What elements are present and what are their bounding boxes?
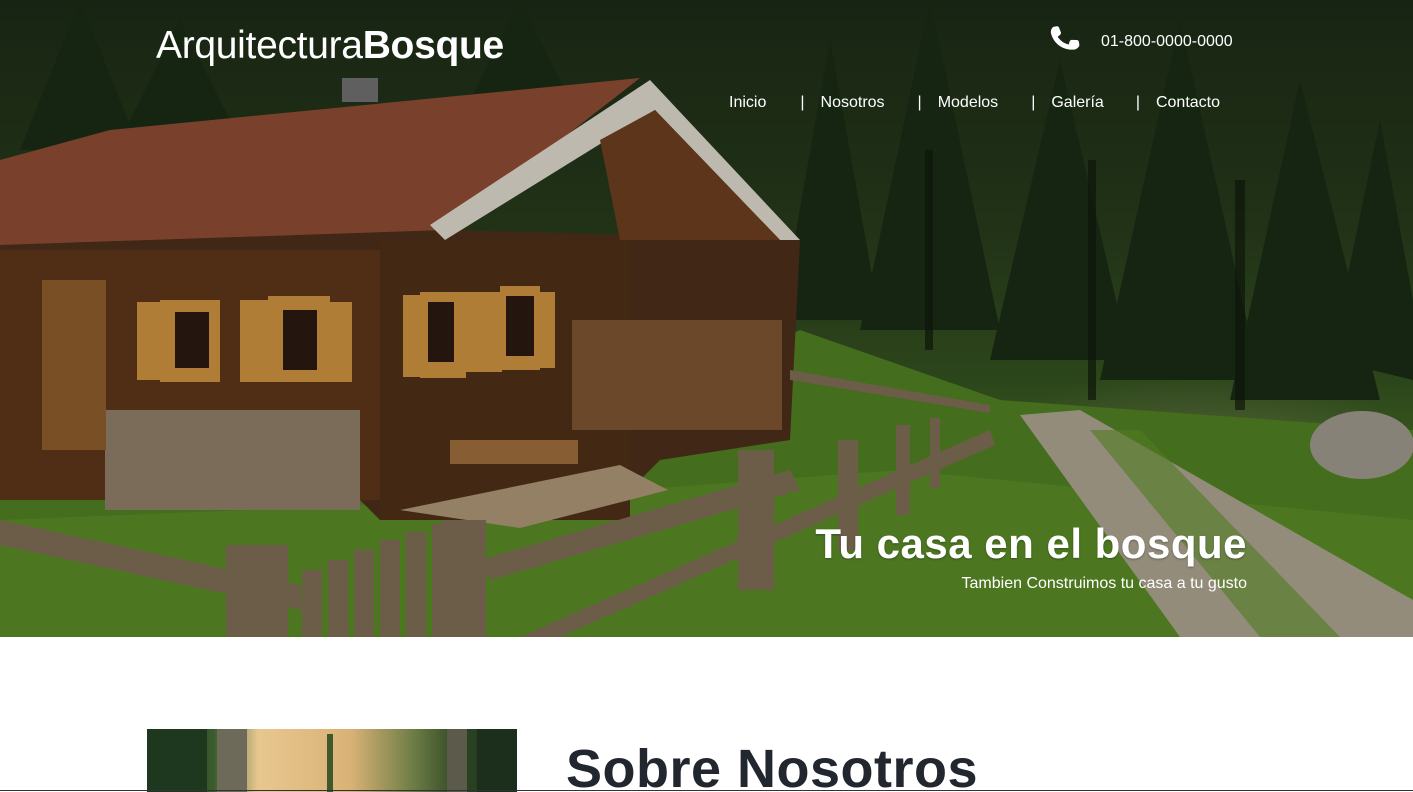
phone-icon bbox=[1049, 22, 1081, 54]
site-logo[interactable]: ArquitecturaBosque bbox=[156, 24, 504, 68]
main-navigation: Inicio | Nosotros | Modelos | Galería | … bbox=[729, 94, 1220, 112]
hero-banner: ArquitecturaBosque 01-800-0000-0000 Inic… bbox=[0, 0, 1413, 637]
divider bbox=[0, 790, 1413, 791]
logo-text-light: Arquitectura bbox=[156, 24, 363, 67]
nav-separator: | bbox=[1135, 94, 1140, 111]
nav-link-contacto[interactable]: Contacto bbox=[1156, 94, 1220, 112]
nav-separator: | bbox=[800, 94, 805, 111]
nav-link-galeria[interactable]: Galería bbox=[1051, 94, 1103, 112]
hero-subtitle: Tambien Construimos tu casa a tu gusto bbox=[961, 575, 1247, 592]
nav-link-nosotros[interactable]: Nosotros bbox=[821, 94, 885, 112]
nav-separator: | bbox=[1031, 94, 1036, 111]
about-title: Sobre Nosotros bbox=[566, 739, 979, 792]
nav-link-modelos[interactable]: Modelos bbox=[938, 94, 998, 112]
nav-link-inicio[interactable]: Inicio bbox=[729, 94, 766, 112]
phone-contact[interactable]: 01-800-0000-0000 bbox=[1049, 22, 1233, 54]
phone-number[interactable]: 01-800-0000-0000 bbox=[1101, 33, 1233, 51]
hero-title: Tu casa en el bosque bbox=[815, 520, 1247, 567]
logo-text-bold: Bosque bbox=[362, 24, 505, 67]
nav-separator: | bbox=[917, 94, 922, 111]
about-image bbox=[147, 729, 517, 792]
